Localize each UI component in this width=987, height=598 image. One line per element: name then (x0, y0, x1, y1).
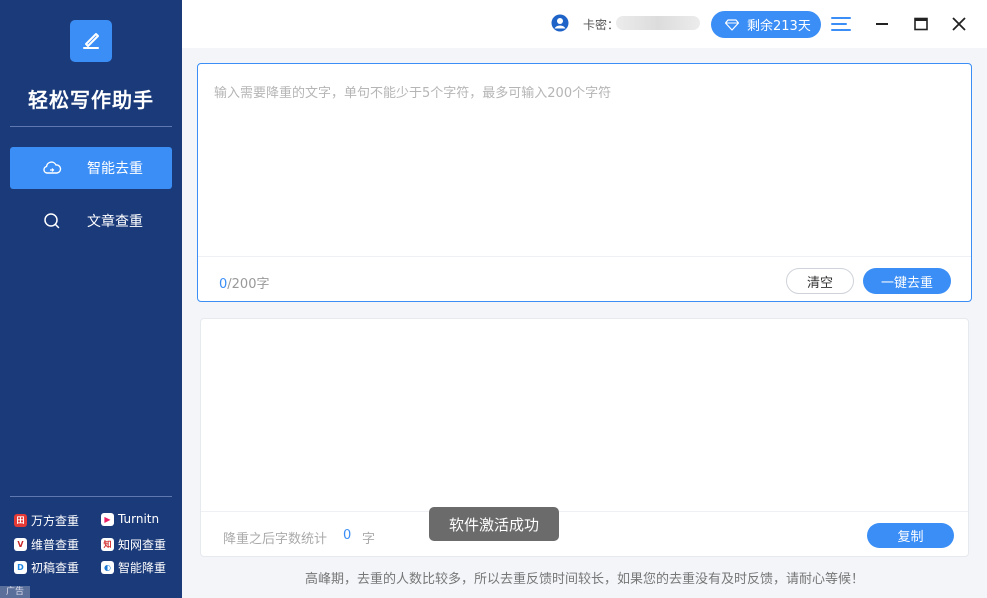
cloud-sync-icon (42, 158, 62, 178)
activation-toast: 软件激活成功 (429, 507, 559, 541)
weipu-icon: V (14, 538, 27, 551)
char-limit: /200字 (227, 277, 270, 292)
ad-link-wanfang[interactable]: 田 万方查重 (14, 512, 79, 529)
card-key-value (616, 16, 700, 30)
ad-label: 知网查重 (118, 538, 167, 552)
pen-icon (83, 33, 99, 49)
ad-label: 维普查重 (31, 538, 80, 552)
user-icon (551, 14, 569, 32)
output-divider (201, 511, 968, 512)
cnki-icon: 知 (101, 538, 114, 551)
top-bar: 卡密： 剩余213天 (182, 0, 987, 48)
ad-link-smart-reduce[interactable]: ◐ 智能降重 (101, 559, 166, 576)
input-panel: 0/200字 清空 一键去重 (197, 63, 972, 302)
remaining-days-button[interactable]: 剩余213天 (711, 11, 821, 38)
ad-label: Turnitn (118, 512, 160, 526)
source-text-input[interactable] (214, 82, 954, 242)
ad-link-chugao[interactable]: D 初稿查重 (14, 559, 79, 576)
menu-button[interactable] (829, 12, 853, 36)
sidebar-item-label: 智能去重 (87, 161, 143, 177)
input-divider (198, 256, 971, 257)
sidebar-item-article-check[interactable]: 文章查重 (10, 200, 172, 242)
output-count-unit: 字 (362, 532, 376, 547)
output-count-label: 降重之后字数统计 (223, 532, 328, 547)
app-logo (70, 20, 112, 62)
ad-link-cnki[interactable]: 知 知网查重 (101, 536, 166, 553)
chugao-icon: D (14, 561, 27, 574)
copy-button[interactable]: 复制 (867, 523, 954, 548)
clear-button[interactable]: 清空 (786, 268, 854, 294)
ad-tag: 广告 (0, 586, 30, 598)
smart-reduce-icon: ◐ (101, 561, 114, 574)
wanfang-icon: 田 (14, 514, 27, 527)
close-button[interactable] (947, 12, 971, 36)
card-key-label: 卡密： (583, 18, 620, 32)
output-count-value: 0 (343, 528, 352, 543)
ad-label: 智能降重 (118, 561, 167, 575)
sidebar-item-label: 文章查重 (87, 214, 143, 230)
turnitin-icon: ▶ (101, 512, 114, 526)
maximize-button[interactable] (909, 12, 933, 36)
search-icon (42, 211, 62, 231)
char-counter: 0/200字 (219, 273, 269, 292)
sidebar: 轻松写作助手 智能去重 文章查重 田 万方查重 ▶ Turnitn V 维普查重… (0, 0, 182, 598)
sidebar-divider (10, 496, 172, 497)
menu-icon (831, 17, 851, 31)
minimize-button[interactable] (870, 12, 894, 36)
app-title: 轻松写作助手 (28, 88, 154, 112)
close-icon (952, 17, 966, 31)
diamond-icon (725, 18, 739, 31)
ad-link-turnitin[interactable]: ▶ Turnitn (101, 512, 159, 526)
ad-link-weipu[interactable]: V 维普查重 (14, 536, 79, 553)
maximize-icon (914, 17, 928, 31)
peak-notice: 高峰期，去重的人数比较多，所以去重反馈时间较长，如果您的去重没有及时反馈，请耐心… (304, 572, 864, 587)
sidebar-item-smart-dedup[interactable]: 智能去重 (10, 147, 172, 189)
minimize-icon (876, 23, 888, 25)
ad-label: 万方查重 (31, 514, 80, 528)
sidebar-divider (10, 126, 172, 127)
output-panel: 降重之后字数统计 0 字 复制 (200, 318, 969, 557)
remaining-days-label: 剩余213天 (747, 19, 811, 34)
one-click-dedup-button[interactable]: 一键去重 (863, 268, 951, 294)
ad-label: 初稿查重 (31, 561, 80, 575)
